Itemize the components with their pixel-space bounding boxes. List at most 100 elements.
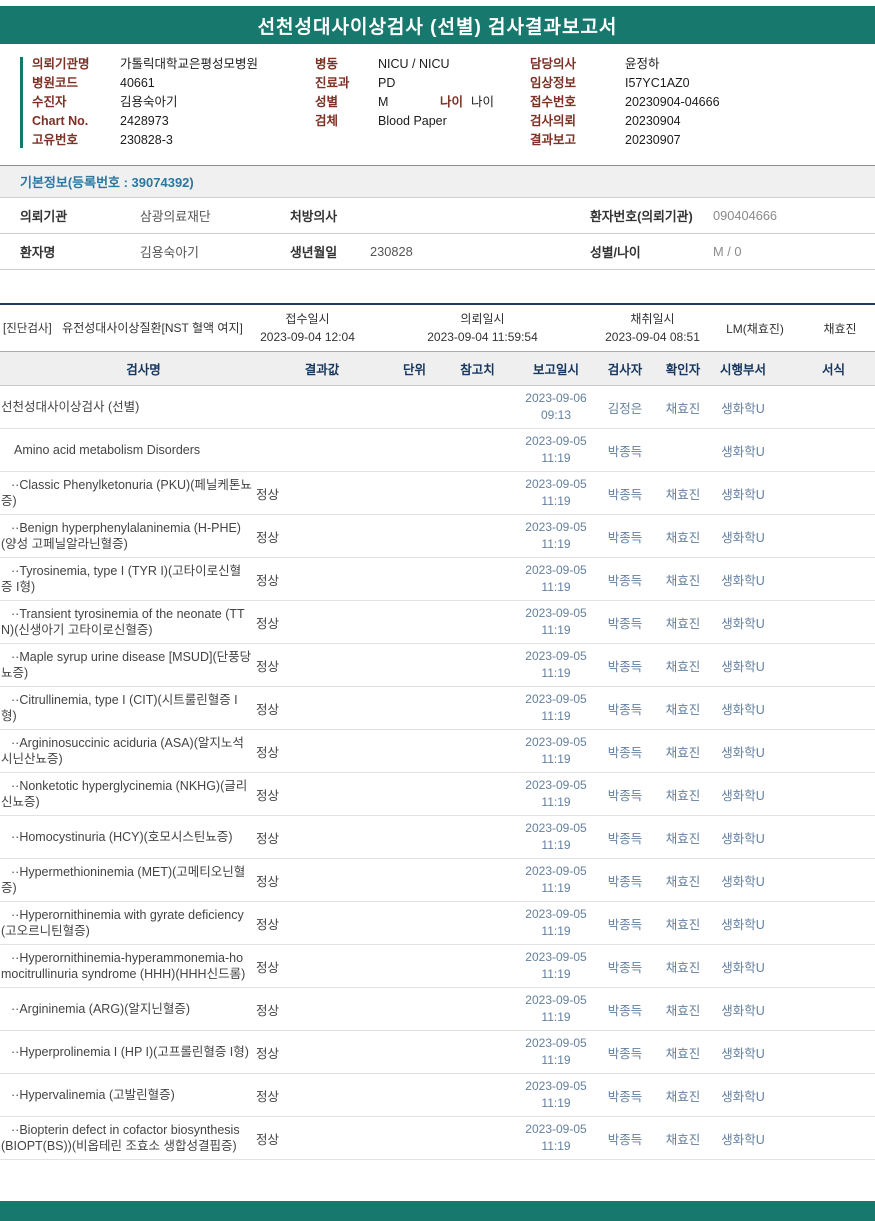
header-info-col-2: 병동 NICU / NICU 진료과 PD 성별 M 나이 나이 검체 Blood Paper: [315, 55, 530, 150]
header-info-line: 성별 M 나이 나이: [315, 93, 530, 112]
confirmer-name: 채효진: [665, 788, 701, 803]
header-info-value: Blood Paper: [378, 114, 447, 128]
report-datetime: 2023-09-05 11:19: [518, 519, 594, 553]
report-time: 11:19: [541, 1010, 571, 1024]
report-date: 2023-09-06: [525, 391, 587, 406]
header-info-section: 의뢰기관명 가톨릭대학교은평성모병원 병원코드 40661 수진자 김용숙아기 Chart …: [0, 55, 875, 150]
header-info-label: 담당의사: [530, 57, 577, 71]
header-info-line: 담당의사 윤정하: [530, 55, 875, 74]
test-name: ··Hypermethioninemia (MET)(고메티오닌혈증): [1, 864, 246, 896]
report-title: 선천성대사이상검사 (선별) 검사결과보고서: [257, 16, 618, 38]
report-datetime: 2023-09-05 11:19: [518, 476, 594, 510]
report-datetime: 2023-09-05 11:19: [518, 1035, 594, 1069]
header-info-value: 윤정하: [625, 57, 660, 71]
header-info-col-3: 담당의사 윤정하임상정보 I57YC1AZ0 접수번호 20230904-04666 검사…: [530, 55, 875, 150]
report-time: 11:19: [541, 967, 571, 981]
report-datetime: 2023-09-05 11:19: [518, 906, 594, 940]
tester-name: 박종득: [607, 874, 643, 889]
header-info-label: 검사의뢰: [530, 114, 577, 128]
test-name: ··Maple syrup urine disease [MSUD](단풍당뇨증…: [1, 649, 252, 681]
tester-name: 김정은: [607, 401, 643, 416]
confirmer-name: 채효진: [665, 917, 701, 932]
column-header-confirmer: 확인자: [665, 363, 701, 377]
result-value: 정상: [256, 530, 280, 545]
column-header-unit: 단위: [402, 363, 426, 377]
report-datetime: 2023-09-05 11:19: [518, 777, 594, 811]
lm-collector: LM(채효진): [726, 321, 784, 336]
header-info-line: 접수번호 20230904-04666: [530, 93, 875, 112]
header-info-line: 검체 Blood Paper: [315, 112, 530, 131]
tester-name: 박종득: [607, 960, 643, 975]
header-info-label: 성별: [315, 95, 339, 109]
report-date: 2023-09-05: [525, 692, 587, 707]
result-row: Amino acid metabolism Disorders 2023-09-0…: [0, 429, 875, 472]
report-time: 11:19: [541, 537, 571, 551]
test-name: ··Hypervalinemia (고발린혈증): [11, 1087, 175, 1102]
report-time: 11:19: [541, 1139, 571, 1153]
confirmer-name: 채효진: [665, 573, 701, 588]
result-value: 정상: [256, 487, 280, 502]
header-info-value: 20230907: [625, 133, 681, 147]
patient-info-row: 환자명 김용숙아기 생년월일 230828 성별/나이 M / 0: [0, 234, 875, 270]
test-name: ··Argininosuccinic aciduria (ASA)(알지노석시닌…: [1, 735, 244, 767]
header-info-label: 수진자: [32, 95, 67, 109]
collection-value: 2023-09-04 08:51: [605, 330, 700, 344]
confirmer-name: 채효진: [665, 1132, 701, 1147]
result-row: ··Hyperprolinemia I (HP I)(고프롤린혈증 I형) 정상 2…: [0, 1031, 875, 1074]
header-info-label: 검체: [315, 114, 339, 128]
confirmer-name: 채효진: [665, 960, 701, 975]
department-name: 생화학U: [721, 788, 765, 803]
header-info-value: 20230904-04666: [625, 95, 720, 109]
report-datetime: 2023-09-05 11:19: [518, 863, 594, 897]
collection-datetime: 채취일시 2023-09-04 08:51: [600, 310, 705, 346]
result-value: 정상: [256, 1132, 280, 1147]
test-group-name: 유전성대사이상질환[NST 혈액 여지]: [62, 321, 243, 335]
report-time: 11:19: [541, 924, 571, 938]
department-name: 생화학U: [721, 530, 765, 545]
test-name: ··Argininemia (ARG)(알지닌혈증): [11, 1001, 191, 1016]
header-info-value: 20230904: [625, 114, 681, 128]
column-header-tester: 검사자: [607, 363, 643, 377]
request-datetime: 의뢰일시 2023-09-04 11:59:54: [365, 310, 600, 346]
header-info-label: 접수번호: [530, 95, 577, 109]
test-name: ··Biopterin defect in cofactor biosynthe…: [1, 1122, 240, 1154]
result-row: ··Hyperornithinemia with gyrate deficien…: [0, 902, 875, 945]
result-row: ··Nonketotic hyperglycinemia (NKHG)(글리신뇨…: [0, 773, 875, 816]
header-info-line: 결과보고 20230907: [530, 131, 875, 150]
result-value: 정상: [256, 659, 280, 674]
tester-name: 박종득: [607, 659, 643, 674]
report-date: 2023-09-05: [525, 993, 587, 1008]
tester-name: 박종득: [607, 1003, 643, 1018]
footer-bar: [0, 1201, 875, 1221]
confirmer-name: 채효진: [665, 659, 701, 674]
diagnostic-tag: [진단검사]: [3, 323, 52, 335]
report-date: 2023-09-05: [525, 477, 587, 492]
header-info-line: Chart No. 2428973: [32, 112, 315, 131]
test-name: ··Classic Phenylketonuria (PKU)(페닐케톤뇨증): [1, 477, 252, 509]
result-row: ··Classic Phenylketonuria (PKU)(페닐케톤뇨증) 정…: [0, 472, 875, 515]
header-info-line: 임상정보 I57YC1AZ0: [530, 74, 875, 93]
header-info-label: 나이: [440, 95, 464, 109]
report-time: 11:19: [541, 451, 571, 465]
header-info-label: 임상정보: [530, 76, 577, 90]
test-name: ··Transient tyrosinemia of the neonate (…: [1, 606, 245, 638]
report-date: 2023-09-05: [525, 520, 587, 535]
column-header-result-value: 결과값: [304, 363, 340, 377]
confirmer-name: 채효진: [665, 702, 701, 717]
department-name: 생화학U: [721, 702, 765, 717]
report-date: 2023-09-05: [525, 1122, 587, 1137]
header-info-line: 병동 NICU / NICU: [315, 55, 530, 74]
report-date: 2023-09-05: [525, 649, 587, 664]
report-time: 11:19: [541, 881, 571, 895]
header-info-value: 230828-3: [120, 133, 173, 147]
header-info-value: M: [378, 95, 389, 109]
confirmer-name: 채효진: [665, 530, 701, 545]
confirmer-name: 채효진: [665, 401, 701, 416]
tester-name: 박종득: [607, 702, 643, 717]
result-value: 정상: [256, 1003, 280, 1018]
tester-name: 박종득: [607, 1089, 643, 1104]
patient-field-label: 처방의사: [290, 209, 338, 224]
report-datetime: 2023-09-05 11:19: [518, 1121, 594, 1155]
report-date: 2023-09-05: [525, 907, 587, 922]
report-date: 2023-09-05: [525, 1079, 587, 1094]
